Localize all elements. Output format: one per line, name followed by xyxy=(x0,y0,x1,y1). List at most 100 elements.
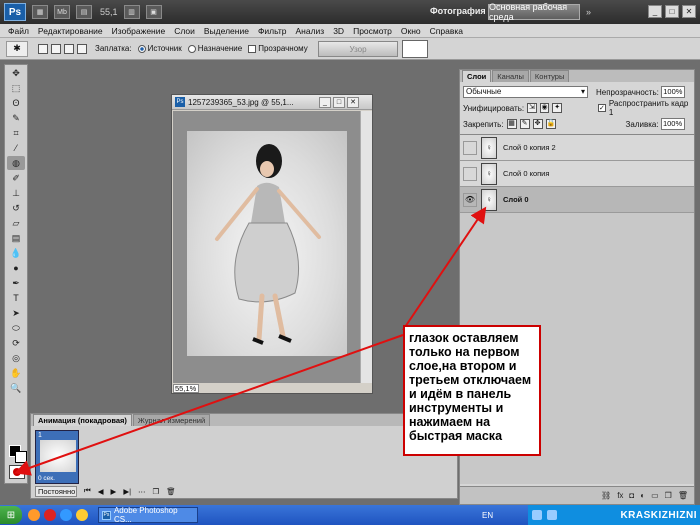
lock-transparency-icon[interactable]: ▦ xyxy=(506,119,517,129)
propagate-checkbox[interactable]: ✓ xyxy=(597,104,606,112)
dodge-tool-icon[interactable]: ● xyxy=(7,261,25,275)
tab-animation[interactable]: Анимация (покадровая) xyxy=(33,414,132,426)
background-color-swatch[interactable] xyxy=(15,451,27,463)
tab-layers[interactable]: Слои xyxy=(462,70,492,82)
visibility-toggle-empty-icon[interactable] xyxy=(463,166,477,181)
marquee-tool-icon[interactable]: ⬚ xyxy=(7,81,25,95)
clone-stamp-tool-icon[interactable]: ⊥ xyxy=(7,186,25,200)
new-layer-icon[interactable]: ❐ xyxy=(665,491,672,500)
next-frame-icon[interactable]: ▶| xyxy=(123,487,131,496)
workspace-more-icon[interactable]: » xyxy=(586,7,591,17)
opacity-field[interactable]: 100% xyxy=(660,86,685,98)
arrange-documents-icon[interactable]: ▥ xyxy=(123,5,140,19)
tray-icon[interactable] xyxy=(547,510,557,520)
layer-row[interactable]: ♀ Слой 0 копия 2 xyxy=(460,135,694,161)
menu-filter[interactable]: Фильтр xyxy=(258,26,287,36)
shape-tool-icon[interactable]: ⬭ xyxy=(7,321,25,335)
menu-window[interactable]: Окно xyxy=(401,26,421,36)
play-icon[interactable]: ▶ xyxy=(111,487,117,496)
menu-image[interactable]: Изображение xyxy=(112,26,166,36)
screen-mode-icon[interactable]: ▣ xyxy=(145,5,162,19)
selection-subtract-icon[interactable] xyxy=(64,43,74,54)
eyedropper-tool-icon[interactable]: ⁄ xyxy=(7,141,25,155)
workspace-photography[interactable]: Фотография xyxy=(430,6,486,16)
lock-pixels-icon[interactable]: ✎ xyxy=(519,119,530,129)
menu-3d[interactable]: 3D xyxy=(333,26,344,36)
mini-bridge-icon[interactable]: Mb xyxy=(54,5,70,19)
patch-tool-preset-icon[interactable]: ✱ xyxy=(6,40,28,57)
menu-analysis[interactable]: Анализ xyxy=(296,26,325,36)
canvas[interactable] xyxy=(173,111,360,383)
doc-close-icon[interactable]: ✕ xyxy=(347,96,359,108)
menu-file[interactable]: Файл xyxy=(8,26,29,36)
zoom-tool-icon[interactable]: 🔍 xyxy=(7,381,25,395)
view-extras-icon[interactable]: ▤ xyxy=(76,5,92,19)
bridge-icon[interactable]: ▦ xyxy=(32,5,48,19)
unify-position-icon[interactable]: ⇲ xyxy=(527,103,537,113)
eraser-tool-icon[interactable]: ▱ xyxy=(7,216,25,230)
transparent-checkbox[interactable] xyxy=(248,44,257,53)
layer-row-active[interactable]: 👁 ♀ Слой 0 xyxy=(460,187,694,213)
pen-tool-icon[interactable]: ✒ xyxy=(7,276,25,290)
document-vertical-scrollbar[interactable] xyxy=(360,111,372,383)
folder-icon[interactable]: ▭ xyxy=(651,491,659,500)
tween-icon[interactable]: ⋯ xyxy=(138,487,146,496)
minimize-icon[interactable]: _ xyxy=(648,5,662,18)
menu-edit[interactable]: Редактирование xyxy=(38,26,103,36)
trash-icon[interactable]: 🗑 xyxy=(678,491,688,500)
quick-mask-button[interactable] xyxy=(9,465,25,479)
document-zoom-field[interactable]: 55,1% xyxy=(173,383,199,393)
unify-visibility-icon[interactable]: ◉ xyxy=(539,103,550,113)
tray-icon[interactable] xyxy=(532,510,542,520)
quick-launch-icon[interactable] xyxy=(76,509,88,521)
eye-icon[interactable]: 👁 xyxy=(463,192,477,207)
fill-field[interactable]: 100% xyxy=(660,118,685,130)
gradient-tool-icon[interactable]: ▤ xyxy=(7,231,25,245)
unify-style-icon[interactable]: ✦ xyxy=(552,103,562,113)
fx-icon[interactable]: fx xyxy=(617,491,623,500)
doc-minimize-icon[interactable]: _ xyxy=(319,96,331,108)
crop-tool-icon[interactable]: ⌗ xyxy=(7,126,25,140)
duplicate-frame-icon[interactable]: ❐ xyxy=(153,487,160,496)
menu-view[interactable]: Просмотр xyxy=(353,26,392,36)
delete-frame-icon[interactable]: 🗑 xyxy=(166,487,176,496)
layer-row[interactable]: ♀ Слой 0 копия xyxy=(460,161,694,187)
loop-select[interactable]: Постоянно xyxy=(35,485,77,497)
3d-rotate-tool-icon[interactable]: ⟳ xyxy=(7,336,25,350)
use-pattern-button[interactable]: Узор xyxy=(318,41,398,57)
menu-help[interactable]: Справка xyxy=(430,26,463,36)
menu-layer[interactable]: Слои xyxy=(174,26,195,36)
doc-maximize-icon[interactable]: □ xyxy=(333,96,345,108)
mask-icon[interactable]: ◘ xyxy=(629,491,634,500)
animation-frame[interactable]: 1 0 сек. xyxy=(35,430,79,484)
photo-dancer[interactable] xyxy=(187,131,347,356)
zoom-level[interactable]: 55,1 xyxy=(100,7,118,17)
link-icon[interactable]: ⛓ xyxy=(601,491,611,500)
selection-add-icon[interactable] xyxy=(51,43,61,54)
selection-new-icon[interactable] xyxy=(38,43,48,54)
source-radio[interactable] xyxy=(137,44,146,53)
visibility-toggle-empty-icon[interactable] xyxy=(463,140,477,155)
lock-position-icon[interactable]: ✥ xyxy=(532,119,543,129)
pattern-picker[interactable] xyxy=(402,40,428,58)
taskbar-photoshop-button[interactable]: Ps Adobe Photoshop CS... xyxy=(98,506,198,524)
history-brush-tool-icon[interactable]: ↺ xyxy=(7,201,25,215)
close-icon[interactable]: ✕ xyxy=(682,5,696,18)
maximize-icon[interactable]: □ xyxy=(665,5,679,18)
tab-measurement-log[interactable]: Журнал измерений xyxy=(132,414,211,426)
path-selection-tool-icon[interactable]: ➤ xyxy=(7,306,25,320)
quick-launch-icon[interactable] xyxy=(44,509,56,521)
quick-selection-tool-icon[interactable]: ✎ xyxy=(7,111,25,125)
workspace-essentials-button[interactable]: Основная рабочая среда xyxy=(488,2,580,22)
tab-channels[interactable]: Каналы xyxy=(492,70,529,82)
start-button[interactable]: ⊞ xyxy=(0,506,22,524)
move-tool-icon[interactable]: ✥ xyxy=(7,66,25,80)
menu-select[interactable]: Выделение xyxy=(204,26,249,36)
quick-launch-icon[interactable] xyxy=(28,509,40,521)
tab-paths[interactable]: Контуры xyxy=(529,70,570,82)
lasso-tool-icon[interactable]: ʘ xyxy=(7,96,25,110)
blend-mode-select[interactable]: Обычные xyxy=(463,86,588,98)
quick-launch-icon[interactable] xyxy=(60,509,72,521)
destination-radio[interactable] xyxy=(187,44,196,53)
blur-tool-icon[interactable]: 💧 xyxy=(7,246,25,260)
